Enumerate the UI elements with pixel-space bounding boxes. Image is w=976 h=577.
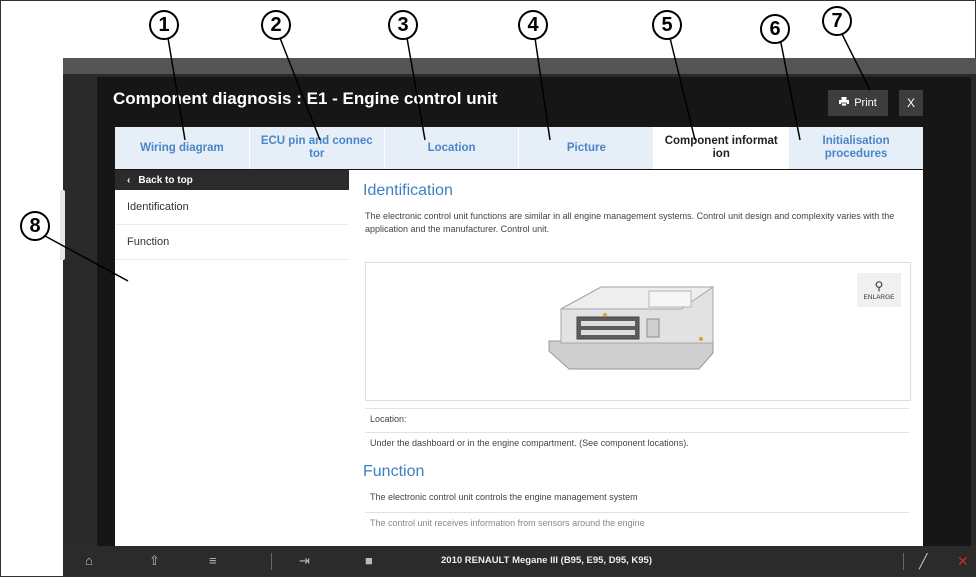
callout-4: 4 bbox=[518, 10, 548, 40]
callout-7: 7 bbox=[822, 6, 852, 36]
callout-8: 8 bbox=[20, 211, 50, 241]
callout-leader-lines bbox=[44, 33, 871, 282]
callout-1: 1 bbox=[149, 10, 179, 40]
callout-2: 2 bbox=[261, 10, 291, 40]
callout-5: 5 bbox=[652, 10, 682, 40]
callout-3: 3 bbox=[388, 10, 418, 40]
callout-6: 6 bbox=[760, 14, 790, 44]
